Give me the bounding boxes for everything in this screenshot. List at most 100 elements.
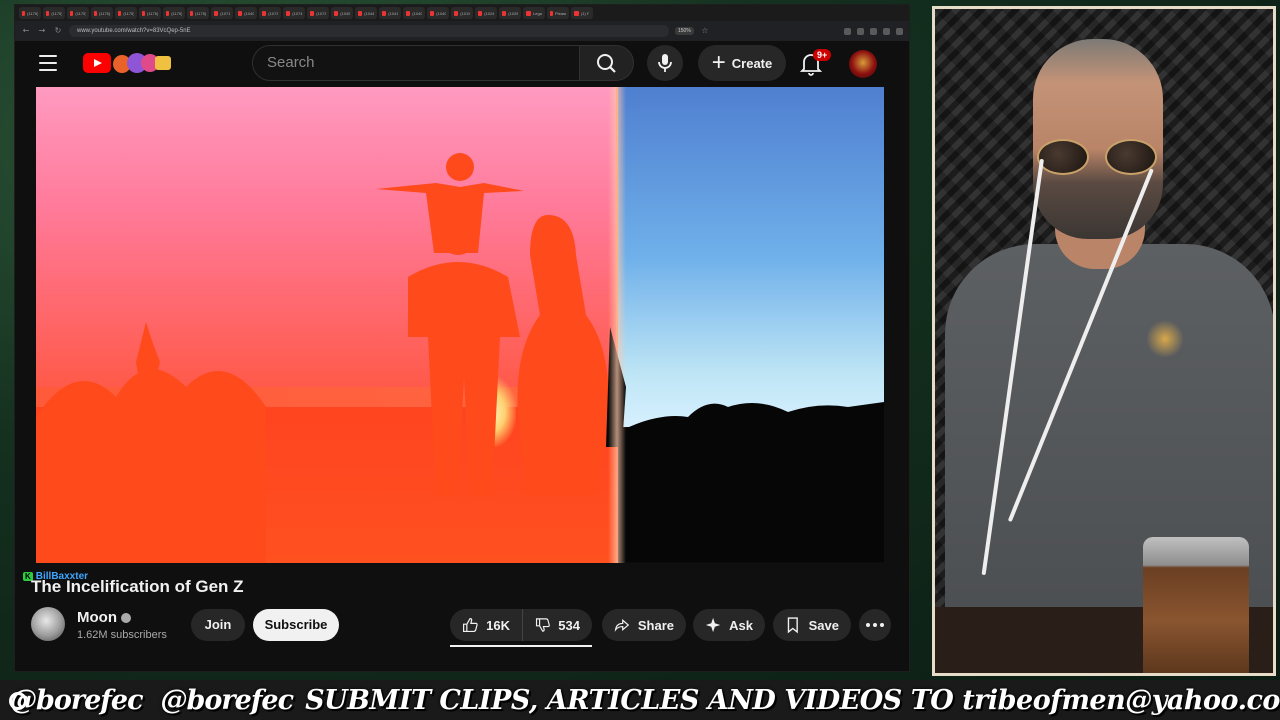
zoom-indicator[interactable]: 150% bbox=[675, 27, 694, 35]
browser-tab[interactable]: (1040) bbox=[235, 7, 257, 19]
browser-tab[interactable]: (1074) bbox=[283, 7, 305, 19]
hamburger-menu-icon[interactable] bbox=[39, 55, 57, 71]
browser-tab[interactable]: (1041) bbox=[379, 7, 401, 19]
share-button[interactable]: Share bbox=[602, 609, 686, 641]
tab-label: (1175) Th bbox=[171, 10, 182, 16]
extension-icon[interactable] bbox=[870, 27, 877, 35]
tab-favicon-icon bbox=[286, 10, 291, 16]
bookmark-star-icon[interactable]: ☆ bbox=[700, 26, 710, 36]
url-field[interactable]: www.youtube.com/watch?v=83VcQep-5nE bbox=[69, 25, 669, 37]
tab-label: (1175) Wh bbox=[195, 10, 206, 16]
bookmark-icon bbox=[787, 617, 798, 634]
tab-favicon-icon bbox=[22, 10, 26, 16]
tab-label: (1175) Hi bbox=[123, 10, 134, 16]
sparkle-icon bbox=[705, 617, 721, 633]
browser-tab[interactable]: (1044) bbox=[355, 7, 377, 19]
youtube-header: Search + Create 9+ bbox=[15, 41, 909, 87]
browser-tab[interactable]: (1073) bbox=[307, 7, 329, 19]
microphone-icon bbox=[658, 54, 672, 72]
tab-label: (1024) bbox=[484, 10, 494, 16]
channel-avatar[interactable] bbox=[31, 607, 65, 641]
browser-tab[interactable]: (1045) bbox=[331, 7, 353, 19]
browser-tab[interactable]: Lega bbox=[523, 7, 545, 19]
subscriber-count: 1.62M subscribers bbox=[77, 629, 167, 641]
join-button[interactable]: Join bbox=[191, 609, 245, 641]
account-avatar[interactable] bbox=[849, 50, 877, 78]
video-player[interactable] bbox=[36, 87, 884, 563]
dislike-button[interactable]: 534 bbox=[522, 609, 592, 641]
address-bar: ← → ↻ www.youtube.com/watch?v=83VcQep-5n… bbox=[15, 21, 909, 41]
tab-favicon-icon bbox=[238, 10, 243, 16]
tankard-mug bbox=[1143, 537, 1249, 673]
tab-label: (1175) Toc bbox=[98, 10, 110, 16]
tab-label: (1175) G bbox=[75, 10, 86, 16]
tab-label: (1019) bbox=[460, 10, 470, 16]
reload-icon[interactable]: ↻ bbox=[53, 26, 63, 36]
search-input[interactable]: Search bbox=[252, 45, 580, 81]
subscribe-button[interactable]: Subscribe bbox=[253, 609, 339, 641]
tab-label: Please Sh bbox=[555, 10, 566, 16]
tab-label: (1073) bbox=[316, 10, 326, 16]
tab-label: (1040) bbox=[244, 10, 254, 16]
tab-favicon-icon bbox=[214, 10, 219, 16]
browser-tab[interactable]: (1071) bbox=[211, 7, 233, 19]
browser-tab[interactable]: (1175) Toc bbox=[91, 7, 113, 19]
like-ratio-bar bbox=[450, 645, 592, 647]
tab-favicon-icon bbox=[382, 10, 387, 16]
browser-tab[interactable]: (1175) Wi bbox=[19, 7, 41, 19]
browser-tab[interactable]: (1040) bbox=[403, 7, 425, 19]
ask-button[interactable]: Ask bbox=[693, 609, 765, 641]
thumbs-up-icon bbox=[463, 617, 478, 633]
browser-extensions bbox=[844, 27, 903, 35]
thumbs-down-icon bbox=[535, 618, 550, 632]
tab-favicon-icon bbox=[430, 10, 435, 16]
share-icon bbox=[614, 618, 630, 632]
tab-favicon-icon bbox=[142, 10, 146, 16]
browser-tab[interactable]: (1019) bbox=[451, 7, 473, 19]
voice-search-button[interactable] bbox=[647, 45, 683, 81]
browser-tab[interactable]: (1073) bbox=[259, 7, 281, 19]
notifications-badge: 9+ bbox=[813, 49, 832, 61]
tab-favicon-icon bbox=[310, 10, 315, 16]
share-label: Share bbox=[637, 617, 674, 633]
browser-tab[interactable]: (1175) Th bbox=[163, 7, 185, 19]
video-title: The Incelification of Gen Z bbox=[31, 577, 244, 596]
browser-tab[interactable]: (1175) G bbox=[67, 7, 89, 19]
browser-tab[interactable]: (1) F bbox=[571, 7, 593, 19]
tab-label: (1025) bbox=[508, 10, 518, 16]
youtube-doodle-icon[interactable] bbox=[111, 51, 173, 75]
tab-favicon-icon bbox=[190, 10, 193, 16]
dislike-count: 534 bbox=[558, 617, 580, 633]
tab-label: (1041) bbox=[388, 10, 398, 16]
tab-label: (1073) bbox=[268, 10, 278, 16]
like-button[interactable]: 16K bbox=[450, 609, 522, 641]
more-actions-button[interactable] bbox=[859, 609, 891, 641]
browser-tab[interactable]: (1175) Hi bbox=[43, 7, 65, 19]
create-button[interactable]: + Create bbox=[698, 45, 786, 81]
save-button[interactable]: Save bbox=[773, 609, 851, 641]
channel-name-text: Moon bbox=[77, 609, 117, 626]
browser-tab[interactable]: (1024) bbox=[475, 7, 497, 19]
browser-tab[interactable]: (1175) Wh bbox=[187, 7, 209, 19]
extension-icon[interactable] bbox=[857, 27, 864, 35]
tab-favicon-icon bbox=[118, 10, 122, 16]
youtube-logo[interactable] bbox=[83, 53, 111, 73]
browser-tab[interactable]: (1175) El ! bbox=[139, 7, 161, 19]
tab-favicon-icon bbox=[502, 10, 507, 16]
search-button[interactable] bbox=[580, 45, 634, 81]
extension-icon[interactable] bbox=[844, 27, 851, 35]
tab-favicon-icon bbox=[358, 10, 363, 16]
twitter-handle: @borefec bbox=[160, 684, 295, 716]
tab-label: (1044) bbox=[364, 10, 374, 16]
browser-tab[interactable]: (1040) bbox=[427, 7, 449, 19]
profile-icon[interactable] bbox=[883, 27, 890, 35]
like-count: 16K bbox=[486, 617, 510, 633]
menu-icon[interactable] bbox=[896, 27, 903, 35]
browser-tab[interactable]: (1175) Hi bbox=[115, 7, 137, 19]
forward-icon[interactable]: → bbox=[37, 26, 47, 36]
channel-name[interactable]: Moon bbox=[77, 609, 131, 626]
back-icon[interactable]: ← bbox=[21, 26, 31, 36]
tab-favicon-icon bbox=[94, 10, 97, 16]
browser-tab[interactable]: (1025) bbox=[499, 7, 521, 19]
browser-tab[interactable]: Please Sh bbox=[547, 7, 569, 19]
